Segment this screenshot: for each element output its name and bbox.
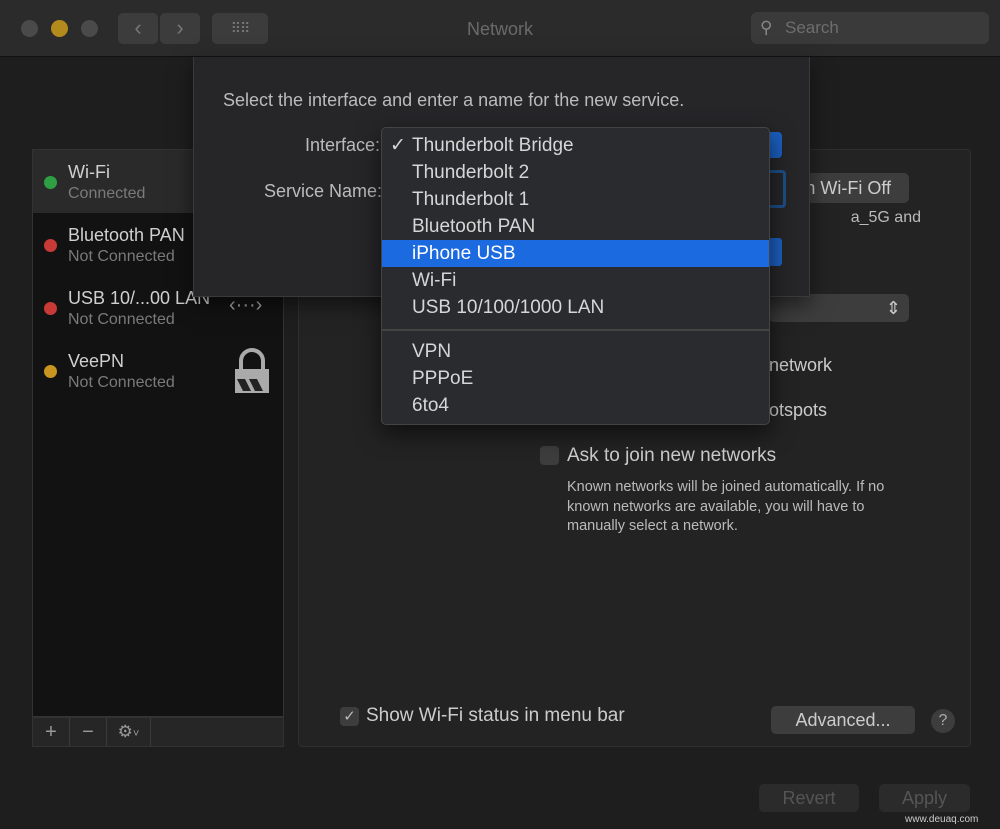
hotspots-label: otspots <box>769 400 828 420</box>
search-placeholder: Search <box>785 18 839 37</box>
show-status-label: Show Wi-Fi status in menu bar <box>366 705 625 726</box>
menu-item-thunderbolt-bridge[interactable]: ✓ Thunderbolt Bridge <box>382 132 769 159</box>
service-status: Connected <box>68 185 146 202</box>
add-service-button[interactable]: + <box>33 718 70 746</box>
menu-item-iphone-usb[interactable]: iPhone USB <box>382 240 769 267</box>
show-status-checkbox[interactable]: ✓ <box>340 707 359 726</box>
help-button[interactable]: ? <box>931 709 955 733</box>
ask-join-checkbox[interactable] <box>540 446 559 465</box>
search-icon: ⚲ <box>760 18 773 37</box>
auto-join-label: network <box>769 355 833 375</box>
remove-service-button[interactable]: − <box>70 718 107 746</box>
advanced-button[interactable]: Advanced... <box>771 706 915 734</box>
ethernet-dots-icon: ‹···› <box>229 294 263 316</box>
service-name: VeePN <box>68 351 125 371</box>
service-status: Not Connected <box>68 311 175 328</box>
menu-item-wifi[interactable]: Wi-Fi <box>382 267 769 294</box>
menu-item-vpn[interactable]: VPN <box>382 338 769 365</box>
revert-button[interactable]: Revert <box>759 784 859 812</box>
status-dot <box>44 302 57 315</box>
search-input[interactable]: ⚲ Search <box>751 12 989 44</box>
ask-join-description: Known networks will be joined automatica… <box>567 479 885 534</box>
status-dot <box>44 176 57 189</box>
checkmark-icon: ✓ <box>390 135 406 156</box>
service-veepn[interactable]: VeePN Not Connected <box>33 339 283 402</box>
service-list-toolbar: + − ⚙˅ <box>32 717 284 747</box>
service-name: USB 10/...00 LAN <box>68 288 211 308</box>
status-dot <box>44 239 57 252</box>
status-dot <box>44 365 57 378</box>
title-bar: ‹ › ⠿⠿ Network ⚲ Search <box>0 0 1000 57</box>
menu-item-thunderbolt-2[interactable]: Thunderbolt 2 <box>382 159 769 186</box>
service-status: Not Connected <box>68 374 175 391</box>
status-description: a_5G and <box>850 209 921 226</box>
menu-item-pppoe[interactable]: PPPoE <box>382 365 769 392</box>
service-name-label: Service Name: <box>263 181 382 201</box>
menu-item-usb-lan[interactable]: USB 10/100/1000 LAN <box>382 294 769 321</box>
service-status: Not Connected <box>68 248 175 265</box>
service-name: Wi-Fi <box>68 162 110 182</box>
gear-menu-button[interactable]: ⚙˅ <box>107 718 151 746</box>
gear-icon: ⚙ <box>117 722 133 741</box>
menu-item-6to4[interactable]: 6to4 <box>382 392 769 419</box>
interface-dropdown-menu[interactable]: ✓ Thunderbolt Bridge Thunderbolt 2 Thunde… <box>381 127 770 425</box>
watermark: www.deuaq.com <box>905 814 979 825</box>
network-name-select[interactable]: ⇕ <box>769 294 909 322</box>
interface-label: Interface: <box>304 135 380 155</box>
ask-join-label: Ask to join new networks <box>567 445 777 466</box>
service-name: Bluetooth PAN <box>68 225 185 245</box>
menu-item-bluetooth-pan[interactable]: Bluetooth PAN <box>382 213 769 240</box>
menu-separator <box>382 329 769 331</box>
sheet-prompt: Select the interface and enter a name fo… <box>223 90 685 110</box>
menu-item-thunderbolt-1[interactable]: Thunderbolt 1 <box>382 186 769 213</box>
lock-icon <box>235 348 269 393</box>
apply-button[interactable]: Apply <box>879 784 970 812</box>
